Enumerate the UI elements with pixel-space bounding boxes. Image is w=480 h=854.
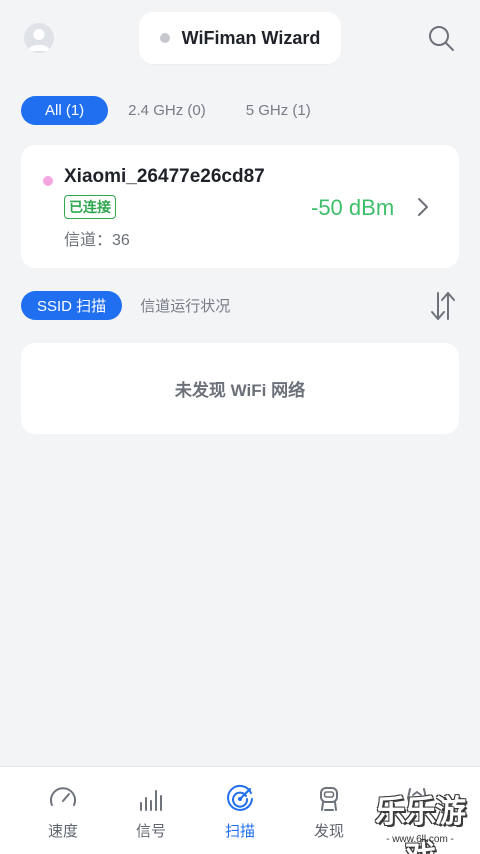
user-avatar-icon[interactable]: [24, 23, 54, 53]
filter-all[interactable]: All (1): [21, 96, 109, 125]
sort-icon[interactable]: [428, 289, 458, 323]
tab-signal-label: 信号: [135, 823, 166, 840]
tab-discover[interactable]: 发现: [284, 767, 374, 854]
tab-scan-label: 扫描: [224, 823, 255, 840]
wizard-status-dot: [159, 33, 170, 43]
band-filter-tabs: All (1) 2.4 GHz (0) 5 GHz (1): [21, 96, 331, 125]
tab-channel-health[interactable]: 信道运行状况: [122, 291, 248, 320]
discovery-robot-icon: [314, 784, 344, 814]
tab-scan[interactable]: 扫描: [195, 767, 285, 854]
signal-bars-icon: [136, 784, 166, 814]
empty-state-message: 未发现 WiFi 网络: [174, 381, 306, 400]
tab-discover-label: 发现: [313, 823, 344, 840]
network-color-dot: [43, 176, 53, 186]
network-ssid: Xiaomi_26477e26cd87: [64, 166, 265, 187]
chevron-right-icon: [413, 196, 433, 218]
more-icon: [402, 784, 432, 814]
tab-signal[interactable]: 信号: [106, 767, 196, 854]
tab-speed-label: 速度: [47, 823, 78, 840]
tab-speed[interactable]: 速度: [18, 767, 108, 854]
radar-scan-icon: [225, 784, 255, 814]
tab-more[interactable]: [372, 767, 462, 854]
tab-ssid-scan[interactable]: SSID 扫描: [21, 291, 123, 320]
network-signal: -50 dBm: [311, 195, 395, 220]
top-bar: WiFiman Wizard: [0, 0, 480, 80]
bottom-tab-bar: 速度 信号 扫描 发现: [0, 766, 480, 854]
speedometer-icon: [48, 784, 78, 814]
filter-5ghz[interactable]: 5 GHz (1): [226, 96, 331, 125]
scan-mode-tabs: SSID 扫描 信道运行状况: [21, 291, 248, 320]
app-title: WiFiman Wizard: [181, 27, 321, 48]
empty-state-card: 未发现 WiFi 网络: [21, 343, 459, 434]
network-card[interactable]: Xiaomi_26477e26cd87 已连接 信道：36 -50 dBm: [21, 145, 459, 268]
wizard-button[interactable]: WiFiman Wizard: [139, 12, 341, 64]
filter-2-4ghz[interactable]: 2.4 GHz (0): [108, 96, 226, 125]
connected-badge: 已连接: [64, 195, 116, 219]
search-icon[interactable]: [426, 23, 456, 53]
network-channel: 信道：36: [64, 232, 130, 249]
